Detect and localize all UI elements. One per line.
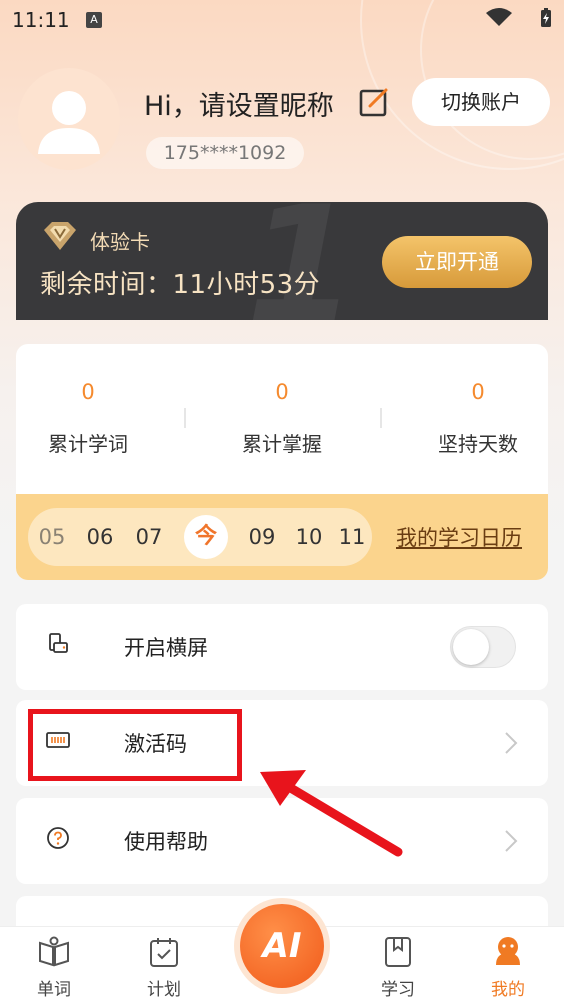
diamond-badge-icon bbox=[44, 222, 76, 250]
nav-label: 计划 bbox=[147, 980, 181, 1000]
stat-label: 坚持天数 bbox=[438, 432, 518, 456]
nav-tab-words[interactable]: 单词 bbox=[14, 935, 94, 1000]
calendar-day[interactable]: 09 bbox=[242, 508, 282, 566]
vip-trial-card: 1 体验卡 剩余时间：11小时53分 立即开通 bbox=[16, 202, 548, 320]
bookmark-book-icon bbox=[385, 937, 411, 967]
stat-value: 0 bbox=[275, 380, 289, 404]
learning-stats-card: 0 累计学词 0 累计掌握 0 坚持天数 05 06 07 今 09 10 11… bbox=[16, 344, 548, 580]
notification-badge-icon: A bbox=[86, 12, 102, 28]
rotate-screen-icon bbox=[49, 633, 68, 653]
vip-remaining-time: 剩余时间：11小时53分 bbox=[40, 270, 321, 300]
stat-value: 0 bbox=[81, 380, 95, 404]
stat-label: 累计掌握 bbox=[242, 432, 322, 456]
calendar-day[interactable]: 11 bbox=[332, 508, 372, 566]
status-time: 11:11 bbox=[12, 8, 70, 32]
calendar-day-today[interactable]: 今 bbox=[184, 515, 228, 559]
avatar[interactable] bbox=[18, 68, 120, 170]
landscape-label: 开启横屏 bbox=[124, 636, 208, 660]
calendar-day[interactable]: 10 bbox=[289, 508, 329, 566]
edit-icon[interactable] bbox=[358, 86, 390, 118]
annotation-highlight-box bbox=[28, 709, 242, 781]
switch-account-button[interactable]: 切换账户 bbox=[412, 78, 550, 126]
menu-item-landscape: 开启横屏 bbox=[16, 604, 548, 690]
status-bar: 11:11 A bbox=[0, 0, 564, 40]
calendar-day[interactable]: 07 bbox=[129, 508, 169, 566]
nav-label: 单词 bbox=[37, 980, 71, 1000]
stat-value: 0 bbox=[471, 380, 485, 404]
stat-streak-days[interactable]: 0 坚持天数 bbox=[398, 380, 548, 457]
stat-words-mastered[interactable]: 0 累计掌握 bbox=[202, 380, 362, 457]
wifi-icon bbox=[486, 8, 512, 26]
toggle-knob bbox=[453, 629, 489, 665]
book-icon bbox=[39, 936, 69, 967]
nav-label: 我的 bbox=[491, 980, 525, 1000]
calendar-day[interactable]: 05 bbox=[32, 508, 72, 566]
help-label: 使用帮助 bbox=[124, 830, 208, 854]
calendar-day[interactable]: 06 bbox=[80, 508, 120, 566]
annotation-arrow-icon bbox=[260, 770, 403, 857]
nav-tab-profile[interactable]: 我的 bbox=[468, 935, 548, 1000]
ai-assistant-button[interactable]: AI bbox=[240, 904, 324, 988]
vip-card-title: 体验卡 bbox=[90, 230, 150, 254]
study-calendar-link[interactable]: 我的学习日历 bbox=[396, 522, 522, 552]
divider bbox=[380, 408, 382, 428]
phone-number: 175****1092 bbox=[146, 137, 304, 169]
help-circle-icon bbox=[47, 827, 69, 849]
battery-icon bbox=[541, 8, 551, 27]
calendar-strip: 05 06 07 今 09 10 11 我的学习日历 bbox=[16, 494, 548, 580]
stat-words-learned[interactable]: 0 累计学词 bbox=[16, 380, 168, 457]
nav-tab-study[interactable]: 学习 bbox=[358, 935, 438, 1000]
nickname-prompt[interactable]: Hi，请设置昵称 bbox=[144, 84, 334, 123]
week-days: 05 06 07 今 09 10 11 bbox=[28, 508, 372, 566]
smiley-profile-icon bbox=[496, 937, 520, 965]
divider bbox=[184, 408, 186, 428]
chevron-right-icon bbox=[505, 732, 518, 754]
nav-label: 学习 bbox=[381, 980, 415, 1000]
calendar-check-icon bbox=[150, 938, 178, 967]
user-silhouette-icon bbox=[38, 91, 100, 154]
chevron-right-icon bbox=[505, 830, 518, 852]
nav-tab-plan[interactable]: 计划 bbox=[124, 935, 204, 1000]
landscape-toggle[interactable] bbox=[450, 626, 516, 668]
stat-label: 累计学词 bbox=[48, 432, 128, 456]
open-vip-button[interactable]: 立即开通 bbox=[382, 236, 532, 288]
